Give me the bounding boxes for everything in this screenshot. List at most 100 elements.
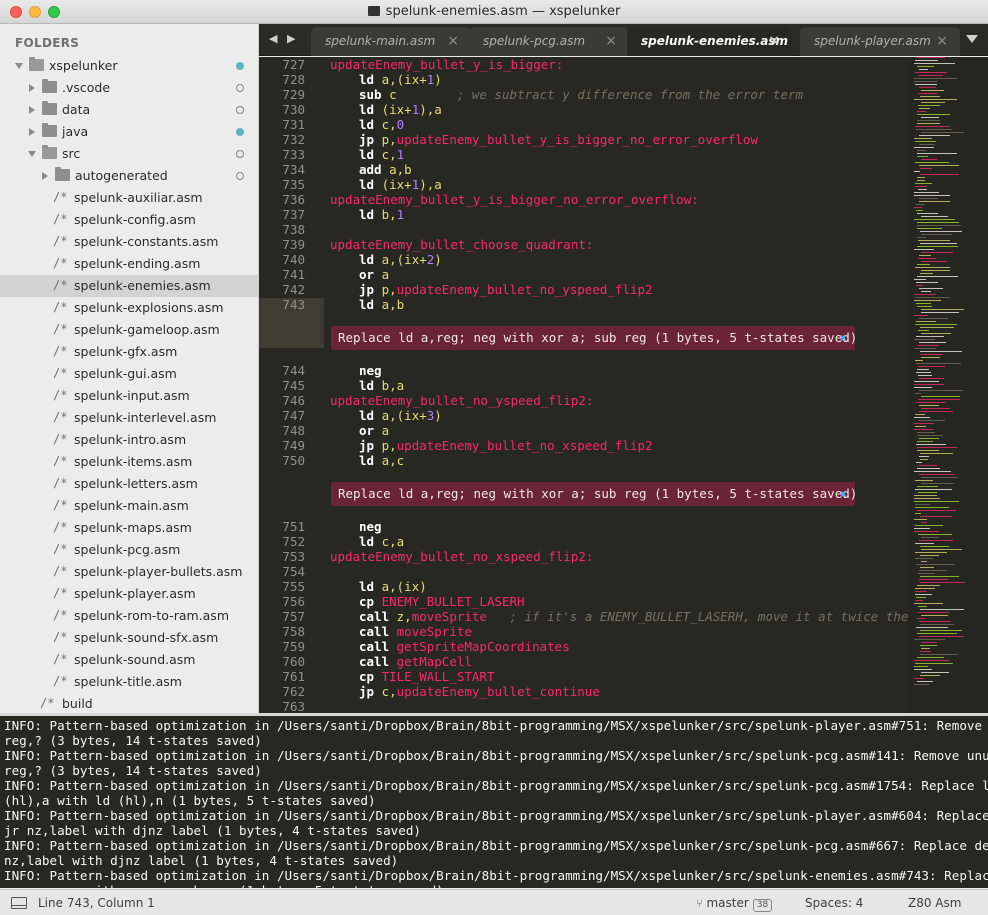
close-icon[interactable]: × <box>936 33 948 49</box>
minimap[interactable] <box>910 57 988 713</box>
sidebar-file[interactable]: /* spelunk-pcg.asm <box>0 539 258 561</box>
code-line[interactable]: 748 or a <box>259 423 914 438</box>
cursor-position[interactable]: Line 743, Column 1 <box>38 896 155 910</box>
sidebar-file[interactable]: /* spelunk-gfx.asm <box>0 341 258 363</box>
sidebar-file[interactable]: /* spelunk-maps.asm <box>0 517 258 539</box>
close-icon[interactable]: × <box>839 326 847 350</box>
sidebar-file[interactable]: /* spelunk-constants.asm <box>0 231 258 253</box>
code-line[interactable]: 751 neg <box>259 519 914 534</box>
code-line[interactable]: 757 call z,moveSprite ; if it's a ENEMY_B… <box>259 609 953 624</box>
code-line[interactable]: 744 neg <box>259 363 914 378</box>
code-line[interactable]: 731 ld c,0 <box>259 117 914 132</box>
chevron-right-icon[interactable] <box>29 84 35 92</box>
sidebar-folder-src[interactable]: src <box>0 143 258 165</box>
code-line[interactable]: 753 updateEnemy_bullet_no_xspeed_flip2: <box>259 549 914 564</box>
chevron-right-icon[interactable] <box>42 172 48 180</box>
sidebar-file[interactable]: /* spelunk-intro.asm <box>0 429 258 451</box>
chevron-right-icon[interactable] <box>29 106 35 114</box>
code-line[interactable]: 727 updateEnemy_bullet_y_is_bigger: <box>259 57 914 72</box>
sidebar-file[interactable]: /* spelunk-sound.asm <box>0 649 258 671</box>
sidebar-file[interactable]: /* spelunk-rom-to-ram.asm <box>0 605 258 627</box>
output-console[interactable]: INFO: Pattern-based optimization in /Use… <box>0 713 988 888</box>
chevron-right-icon[interactable] <box>29 128 35 136</box>
close-icon[interactable]: × <box>447 33 459 49</box>
code-line[interactable]: 761 cp TILE_WALL_START <box>259 669 914 684</box>
close-icon[interactable]: × <box>768 33 780 49</box>
sidebar-file[interactable]: /* spelunk-title.asm <box>0 671 258 693</box>
sidebar-file[interactable]: /* spelunk-enemies.asm <box>0 275 258 297</box>
code-text: ld a,(ix+1) <box>359 72 442 87</box>
sidebar-folder-java[interactable]: java <box>0 121 258 143</box>
sidebar-file[interactable]: /* spelunk-main.asm <box>0 495 258 517</box>
code-line[interactable]: 749 jp p,updateEnemy_bullet_no_xspeed_fli… <box>259 438 914 453</box>
code-line[interactable]: 741 or a <box>259 267 914 282</box>
sidebar-file[interactable]: /* spelunk-letters.asm <box>0 473 258 495</box>
sidebar-file[interactable]: /* spelunk-player-bullets.asm <box>0 561 258 583</box>
sidebar-file[interactable]: /* spelunk-explosions.asm <box>0 297 258 319</box>
code-line[interactable]: 733 ld c,1 <box>259 147 914 162</box>
sidebar-folder-autogenerated[interactable]: autogenerated <box>0 165 258 187</box>
code-line[interactable]: 760 call getMapCell <box>259 654 914 669</box>
code-editor[interactable]: 727 updateEnemy_bullet_y_is_bigger: 728 ld … <box>259 57 988 713</box>
sidebar-file[interactable]: /* spelunk-auxiliar.asm <box>0 187 258 209</box>
minimap-line <box>915 141 936 142</box>
code-line[interactable]: 738 <box>259 222 914 237</box>
tab-nav-arrows[interactable]: ◀ ▶ <box>269 32 298 45</box>
code-line[interactable]: 752 ld c,a <box>259 534 914 549</box>
close-icon[interactable]: × <box>605 33 617 49</box>
code-line[interactable]: 737 ld b,1 <box>259 207 914 222</box>
sidebar-file[interactable]: /* spelunk-sound-sfx.asm <box>0 627 258 649</box>
code-line[interactable]: 732 jp p,updateEnemy_bullet_y_is_bigger_n… <box>259 132 914 147</box>
code-line[interactable]: 740 ld a,(ix+2) <box>259 252 914 267</box>
syntax-selector[interactable]: Z80 Asm <box>908 896 961 910</box>
code-line[interactable]: 754 <box>259 564 914 579</box>
sidebar-file[interactable]: /* spelunk-gui.asm <box>0 363 258 385</box>
chevron-down-icon[interactable] <box>28 151 36 157</box>
sidebar-file[interactable]: /* build <box>0 693 258 713</box>
tab-spelunk-enemies[interactable]: spelunk-enemies.asm × <box>627 27 792 56</box>
panel-toggle-icon[interactable] <box>11 897 27 909</box>
sidebar-file[interactable]: /* spelunk-player.asm <box>0 583 258 605</box>
code-line[interactable]: 728 ld a,(ix+1) <box>259 72 914 87</box>
code-line[interactable]: 755 ld a,(ix) <box>259 579 914 594</box>
code-line[interactable]: 759 call getSpriteMapCoordinates <box>259 639 914 654</box>
file-icon: /* <box>53 190 68 204</box>
code-text: ld c,1 <box>359 147 405 162</box>
code-line[interactable]: 763 <box>259 699 914 713</box>
sidebar-folder-vscode[interactable]: .vscode <box>0 77 258 99</box>
tab-spelunk-pcg[interactable]: spelunk-pcg.asm × <box>469 27 629 56</box>
chevron-down-icon[interactable] <box>966 35 978 43</box>
code-line[interactable]: 735 ld (ix+1),a <box>259 177 914 192</box>
sidebar-file[interactable]: /* spelunk-interlevel.asm <box>0 407 258 429</box>
sidebar-folder-data[interactable]: data <box>0 99 258 121</box>
code-line[interactable]: 730 ld (ix+1),a <box>259 102 914 117</box>
code-line[interactable]: 742 jp p,updateEnemy_bullet_no_yspeed_fli… <box>259 282 914 297</box>
code-line[interactable]: 736 updateEnemy_bullet_y_is_bigger_no_err… <box>259 192 914 207</box>
sidebar-file[interactable]: /* spelunk-input.asm <box>0 385 258 407</box>
sidebar-folder-xspelunker[interactable]: xspelunker <box>0 55 258 77</box>
minimap-line <box>918 93 937 94</box>
code-line[interactable]: 734 add a,b <box>259 162 914 177</box>
minimap-line <box>921 522 927 523</box>
sidebar-item-label: java <box>62 124 89 139</box>
code-line[interactable]: 756 cp ENEMY_BULLET_LASERH <box>259 594 914 609</box>
sidebar-file[interactable]: /* spelunk-items.asm <box>0 451 258 473</box>
close-icon[interactable]: × <box>839 482 847 506</box>
code-line[interactable]: 739 updateEnemy_bullet_choose_quadrant: <box>259 237 914 252</box>
sidebar-file[interactable]: /* spelunk-config.asm <box>0 209 258 231</box>
tab-spelunk-main[interactable]: spelunk-main.asm × <box>311 27 471 56</box>
sidebar-file[interactable]: /* spelunk-ending.asm <box>0 253 258 275</box>
code-line[interactable]: 758 call moveSprite <box>259 624 914 639</box>
git-branch[interactable]: ⑂ master 38 <box>696 896 773 912</box>
sidebar-file[interactable]: /* spelunk-gameloop.asm <box>0 319 258 341</box>
code-line[interactable]: 743 ld a,b <box>259 297 914 312</box>
code-line[interactable]: 762 jp c,updateEnemy_bullet_continue <box>259 684 914 699</box>
code-line[interactable]: 745 ld b,a <box>259 378 914 393</box>
indentation-setting[interactable]: Spaces: 4 <box>805 896 863 910</box>
code-line[interactable]: 750 ld a,c <box>259 453 914 468</box>
tab-spelunk-player[interactable]: spelunk-player.asm × <box>800 27 960 56</box>
code-line[interactable]: 747 ld a,(ix+3) <box>259 408 914 423</box>
code-line[interactable]: 746 updateEnemy_bullet_no_yspeed_flip2: <box>259 393 914 408</box>
chevron-down-icon[interactable] <box>15 63 23 69</box>
code-line[interactable]: 729 sub c ; we subtract y difference from… <box>259 87 914 102</box>
